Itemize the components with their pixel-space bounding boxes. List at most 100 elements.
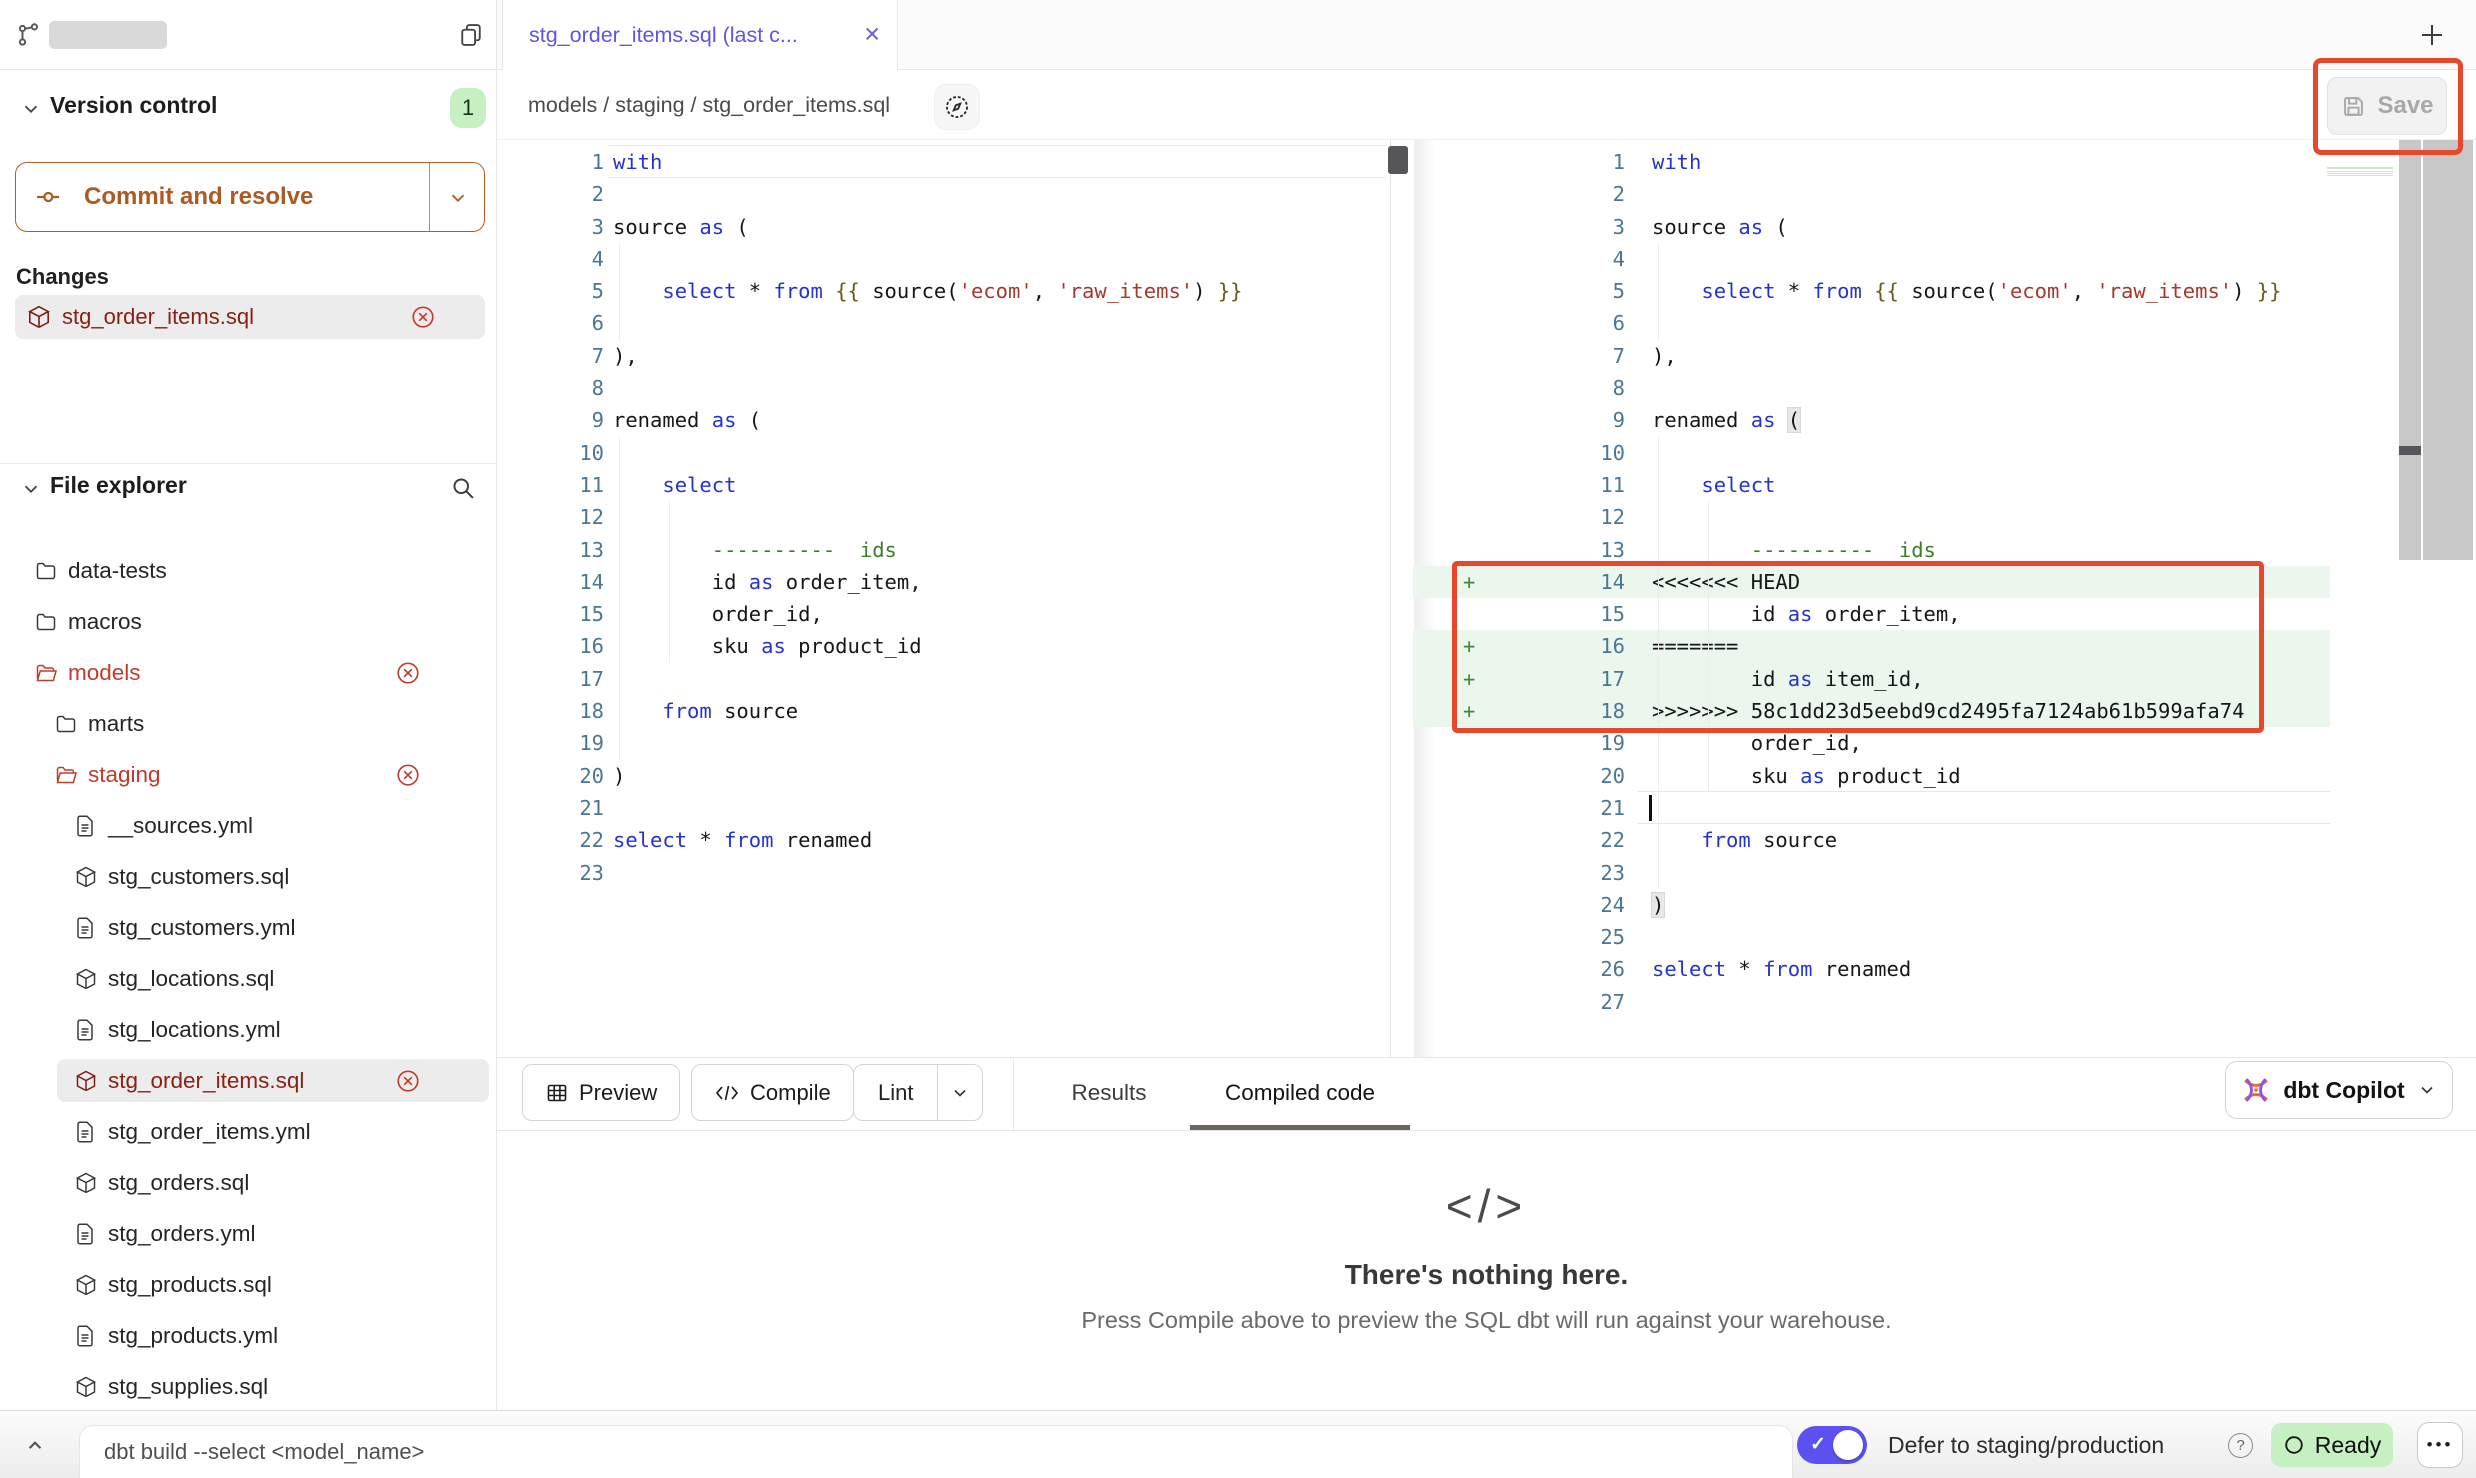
file-item-__sources.yml[interactable]: __sources.yml — [0, 800, 497, 851]
search-icon[interactable] — [449, 474, 477, 502]
code-line-10[interactable]: 10 — [497, 437, 1390, 469]
dbt-copilot-button[interactable]: dbt Copilot — [2225, 1061, 2453, 1119]
file-item-stg_orders.yml[interactable]: stg_orders.yml — [0, 1208, 497, 1259]
code-line-17[interactable]: +17 id as item_id, — [1413, 663, 2330, 695]
code-editor[interactable]: 1with23source as (45 select * from {{ so… — [497, 140, 2476, 1057]
code-line-6[interactable]: 6 — [497, 307, 1390, 339]
more-options-button[interactable]: ••• — [2417, 1422, 2463, 1468]
code-line-11[interactable]: 11 select — [497, 469, 1390, 501]
code-line-24[interactable]: 24) — [1413, 889, 2330, 921]
code-line-2[interactable]: 2 — [497, 178, 1390, 210]
code-line-4[interactable]: 4 — [1413, 243, 2330, 275]
code-line-3[interactable]: 3source as ( — [1413, 211, 2330, 243]
editor-scrollbar-track[interactable] — [2399, 140, 2421, 560]
file-explorer-title[interactable]: File explorer — [50, 472, 187, 499]
file-item-stg_locations.sql[interactable]: stg_locations.sql — [0, 953, 497, 1004]
preview-button[interactable]: Preview — [522, 1064, 680, 1121]
code-line-11[interactable]: 11 select — [1413, 469, 2330, 501]
lint-dropdown-chevron-icon[interactable] — [937, 1065, 982, 1120]
minimap[interactable] — [2327, 142, 2393, 194]
file-item-stg_locations.yml[interactable]: stg_locations.yml — [0, 1004, 497, 1055]
code-line-4[interactable]: 4 — [497, 243, 1390, 275]
code-line-22[interactable]: 22select * from renamed — [497, 824, 1390, 856]
commit-and-resolve-button[interactable]: Commit and resolve — [15, 162, 485, 232]
code-line-8[interactable]: 8 — [497, 372, 1390, 404]
code-line-17[interactable]: 17 — [497, 663, 1390, 695]
lint-button-label[interactable]: Lint — [854, 1065, 937, 1120]
chevron-up-icon[interactable] — [22, 1433, 48, 1459]
code-line-9[interactable]: 9renamed as ( — [1413, 404, 2330, 436]
changed-file-row[interactable]: stg_order_items.sql — [15, 295, 485, 339]
code-line-13[interactable]: 13 ---------- ids — [1413, 534, 2330, 566]
code-line-19[interactable]: 19 order_id, — [1413, 727, 2330, 759]
code-line-7[interactable]: 7), — [497, 340, 1390, 372]
editor-pane-left[interactable]: 1with23source as (45 select * from {{ so… — [497, 146, 1390, 889]
tab-stg-order-items[interactable]: stg_order_items.sql (last c... ✕ — [502, 0, 898, 70]
save-button[interactable]: Save — [2327, 77, 2447, 135]
code-line-21[interactable]: 21 — [1413, 792, 2330, 824]
code-line-3[interactable]: 3source as ( — [497, 211, 1390, 243]
file-item-stg_order_items.yml[interactable]: stg_order_items.yml — [0, 1106, 497, 1157]
code-line-8[interactable]: 8 — [1413, 372, 2330, 404]
code-line-2[interactable]: 2 — [1413, 178, 2330, 210]
code-line-5[interactable]: 5 select * from {{ source('ecom', 'raw_i… — [497, 275, 1390, 307]
code-line-16[interactable]: 16 sku as product_id — [497, 630, 1390, 662]
code-line-23[interactable]: 23 — [497, 857, 1390, 889]
file-item-stg_customers.yml[interactable]: stg_customers.yml — [0, 902, 497, 953]
copy-files-icon[interactable] — [457, 21, 485, 49]
version-control-title[interactable]: Version control — [50, 92, 217, 119]
code-line-16[interactable]: +16======= — [1413, 630, 2330, 662]
code-line-10[interactable]: 10 — [1413, 437, 2330, 469]
code-line-23[interactable]: 23 — [1413, 857, 2330, 889]
file-item-marts[interactable]: marts — [0, 698, 497, 749]
file-item-data-tests[interactable]: data-tests — [0, 545, 497, 596]
file-item-stg_supplies.sql[interactable]: stg_supplies.sql — [0, 1361, 497, 1412]
code-line-18[interactable]: 18 from source — [497, 695, 1390, 727]
tab-compiled-code[interactable]: Compiled code — [1185, 1058, 1415, 1127]
file-item-stg_products.sql[interactable]: stg_products.sql — [0, 1259, 497, 1310]
editor-scrollbar-thumb[interactable] — [2399, 446, 2421, 455]
chevron-down-icon[interactable] — [20, 478, 42, 500]
code-line-14[interactable]: +14<<<<<<< HEAD — [1413, 566, 2330, 598]
discard-change-icon[interactable] — [395, 660, 421, 686]
code-line-26[interactable]: 26select * from renamed — [1413, 953, 2330, 985]
file-item-stg_customers.sql[interactable]: stg_customers.sql — [0, 851, 497, 902]
new-tab-button[interactable] — [2414, 17, 2450, 53]
compile-button[interactable]: Compile — [691, 1064, 854, 1121]
file-item-stg_orders.sql[interactable]: stg_orders.sql — [0, 1157, 497, 1208]
tab-results[interactable]: Results — [1049, 1058, 1169, 1127]
lineage-compass-button[interactable] — [935, 85, 979, 129]
file-item-models[interactable]: models — [0, 647, 497, 698]
code-line-12[interactable]: 12 — [1413, 501, 2330, 533]
code-line-1[interactable]: 1with — [497, 146, 1390, 178]
code-line-15[interactable]: 15 order_id, — [497, 598, 1390, 630]
code-line-12[interactable]: 12 — [497, 501, 1390, 533]
discard-change-icon[interactable] — [395, 1068, 421, 1094]
tab-close-icon[interactable]: ✕ — [863, 25, 881, 46]
commit-dropdown-chevron-icon[interactable] — [447, 187, 469, 209]
left-pane-scrollbar-thumb[interactable] — [1388, 146, 1408, 174]
command-input[interactable]: dbt build --select <model_name> — [79, 1425, 1793, 1478]
code-line-14[interactable]: 14 id as order_item, — [497, 566, 1390, 598]
code-line-15[interactable]: 15 id as order_item, — [1413, 598, 2330, 630]
window-scrollbar-track[interactable] — [2423, 140, 2473, 560]
lint-split-button[interactable]: Lint — [853, 1064, 983, 1121]
code-line-6[interactable]: 6 — [1413, 307, 2330, 339]
file-item-staging[interactable]: staging — [0, 749, 497, 800]
code-line-22[interactable]: 22 from source — [1413, 824, 2330, 856]
code-line-13[interactable]: 13 ---------- ids — [497, 534, 1390, 566]
help-icon[interactable]: ? — [2228, 1433, 2253, 1458]
code-line-5[interactable]: 5 select * from {{ source('ecom', 'raw_i… — [1413, 275, 2330, 307]
file-item-stg_products.yml[interactable]: stg_products.yml — [0, 1310, 497, 1361]
defer-toggle[interactable]: ✓ — [1797, 1426, 1867, 1464]
code-line-27[interactable]: 27 — [1413, 986, 2330, 1018]
code-line-21[interactable]: 21 — [497, 792, 1390, 824]
editor-pane-right[interactable]: 1with23source as (45 select * from {{ so… — [1413, 146, 2330, 1018]
code-line-7[interactable]: 7), — [1413, 340, 2330, 372]
code-line-18[interactable]: +18>>>>>>> 58c1dd23d5eebd9cd2495fa7124ab… — [1413, 695, 2330, 727]
discard-change-icon[interactable] — [410, 304, 436, 330]
chevron-down-icon[interactable] — [20, 98, 42, 120]
code-line-9[interactable]: 9renamed as ( — [497, 404, 1390, 436]
code-line-25[interactable]: 25 — [1413, 921, 2330, 953]
code-line-20[interactable]: 20 sku as product_id — [1413, 760, 2330, 792]
